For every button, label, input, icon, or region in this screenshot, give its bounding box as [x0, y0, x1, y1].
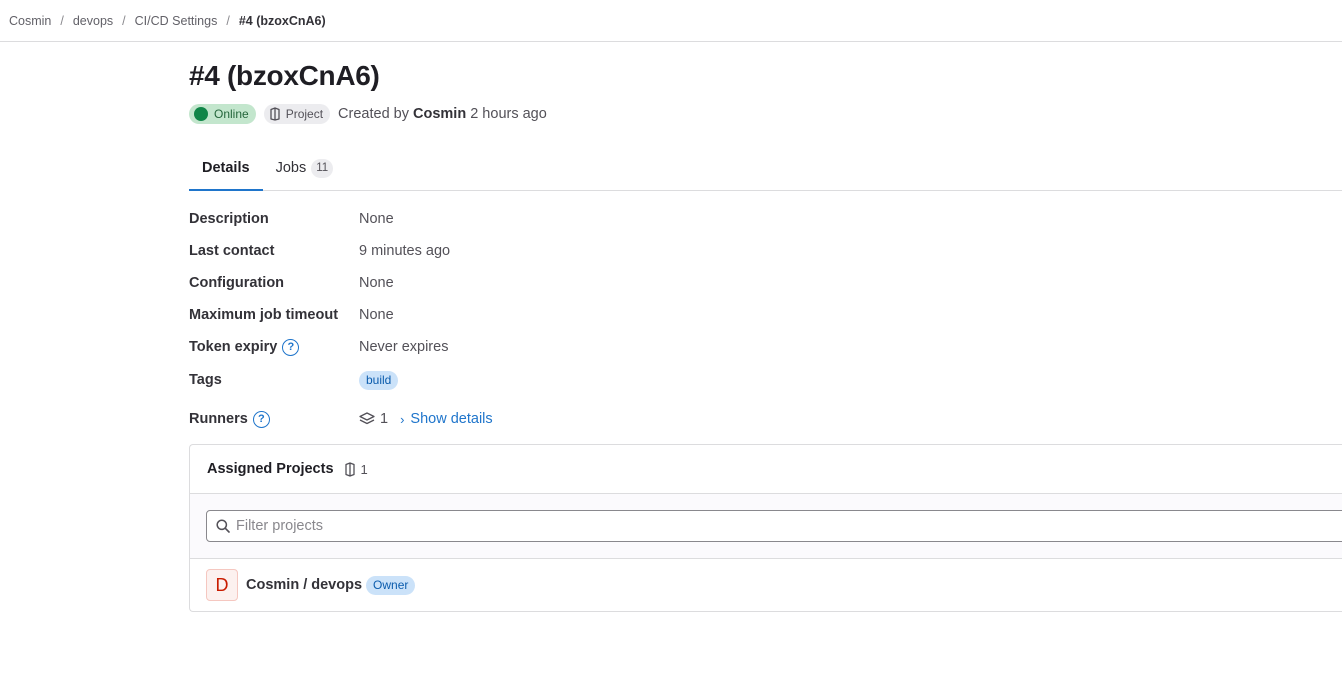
assigned-projects-heading: Assigned Projects	[207, 461, 334, 477]
breadcrumb-separator: /	[60, 13, 64, 28]
breadcrumb-item-devops[interactable]: devops	[73, 14, 113, 28]
tab-details-label: Details	[202, 160, 250, 176]
detail-label: Tags	[189, 372, 222, 388]
project-icon	[270, 107, 280, 121]
project-name-link[interactable]: Cosmin / devops	[246, 577, 362, 593]
runner-tabs: Details Jobs 11	[189, 146, 1342, 191]
assigned-projects-count-value: 1	[360, 461, 368, 477]
created-prefix: Created by	[338, 106, 409, 122]
status-badge: Online	[189, 104, 256, 124]
detail-label: Description	[189, 211, 269, 227]
breadcrumb: Cosmin / devops / CI/CD Settings / #4 (b…	[0, 0, 1342, 42]
detail-row-max-timeout: Maximum job timeout None	[189, 304, 394, 326]
assigned-projects-count: 1	[344, 462, 368, 477]
breadcrumb-separator: /	[122, 13, 126, 28]
detail-value: None	[359, 307, 394, 323]
tab-details[interactable]: Details	[189, 146, 263, 191]
filter-bar	[190, 494, 1342, 559]
assigned-projects-header: Assigned Projects 1	[190, 445, 1342, 494]
detail-value: None	[359, 211, 394, 227]
chevron-right-icon[interactable]: ›	[400, 412, 404, 427]
question-circle-icon[interactable]: ?	[252, 410, 270, 428]
question-circle-icon[interactable]: ?	[282, 338, 300, 356]
runners-count: 1	[380, 411, 389, 427]
detail-row-last-contact: Last contact 9 minutes ago	[189, 240, 450, 262]
breadcrumb-separator: /	[226, 13, 230, 28]
detail-label: Token expiry	[189, 339, 278, 355]
layers-icon	[359, 412, 375, 425]
filter-projects-input[interactable]	[236, 518, 1236, 534]
tags-list: build	[359, 370, 399, 390]
runner-type-badge: Project	[263, 104, 331, 124]
project-list-item[interactable]: D Cosmin / devops Owner	[190, 559, 1342, 611]
owner-badge: Owner	[366, 575, 416, 595]
filter-projects-field[interactable]	[206, 510, 1342, 542]
detail-row-description: Description None	[189, 208, 394, 230]
project-avatar[interactable]: D	[206, 569, 238, 601]
detail-label-runners: Runners ?	[189, 410, 359, 428]
detail-row-configuration: Configuration None	[189, 272, 394, 294]
runner-meta: Online Project Created by Cosmin 2 hours…	[189, 104, 547, 124]
detail-label: Last contact	[189, 243, 275, 259]
detail-value: 9 minutes ago	[359, 243, 451, 259]
status-badge-label: Online	[214, 107, 249, 121]
runner-type-label: Project	[285, 107, 324, 121]
page-title: #4 (bzoxCnA6)	[189, 60, 380, 91]
runners-value: 1 › Show details	[359, 411, 493, 427]
breadcrumb-item-cicd-settings[interactable]: CI/CD Settings	[135, 14, 218, 28]
detail-value: None	[359, 275, 394, 291]
online-status-icon	[194, 107, 208, 121]
project-icon	[344, 461, 355, 477]
detail-row-token-expiry: Token expiry ? Never expires	[189, 336, 448, 358]
assigned-projects-card: Assigned Projects 1 D Cosmin / devops Ow…	[189, 444, 1342, 612]
created-time: 2 hours ago	[470, 106, 547, 122]
breadcrumb-item-cosmin[interactable]: Cosmin	[9, 14, 51, 28]
created-by-user[interactable]: Cosmin	[413, 106, 466, 122]
detail-label: Configuration	[189, 275, 285, 291]
detail-label: Maximum job timeout	[189, 307, 339, 323]
detail-row-tags: Tags build	[189, 369, 399, 391]
search-icon	[216, 519, 230, 533]
show-details-link[interactable]: Show details	[410, 411, 492, 427]
jobs-count-badge: 11	[311, 158, 334, 178]
detail-row-runners: Runners ? 1 › Show details	[189, 408, 493, 430]
tab-jobs[interactable]: Jobs 11	[263, 146, 347, 190]
breadcrumb-current: #4 (bzoxCnA6)	[238, 13, 326, 28]
detail-label: Runners	[189, 411, 248, 427]
detail-label-token-expiry: Token expiry ?	[189, 338, 359, 356]
tag-badge: build	[359, 370, 399, 390]
detail-value: Never expires	[359, 339, 449, 355]
tab-jobs-label: Jobs	[275, 160, 307, 176]
created-info: Created by Cosmin 2 hours ago	[338, 106, 547, 122]
